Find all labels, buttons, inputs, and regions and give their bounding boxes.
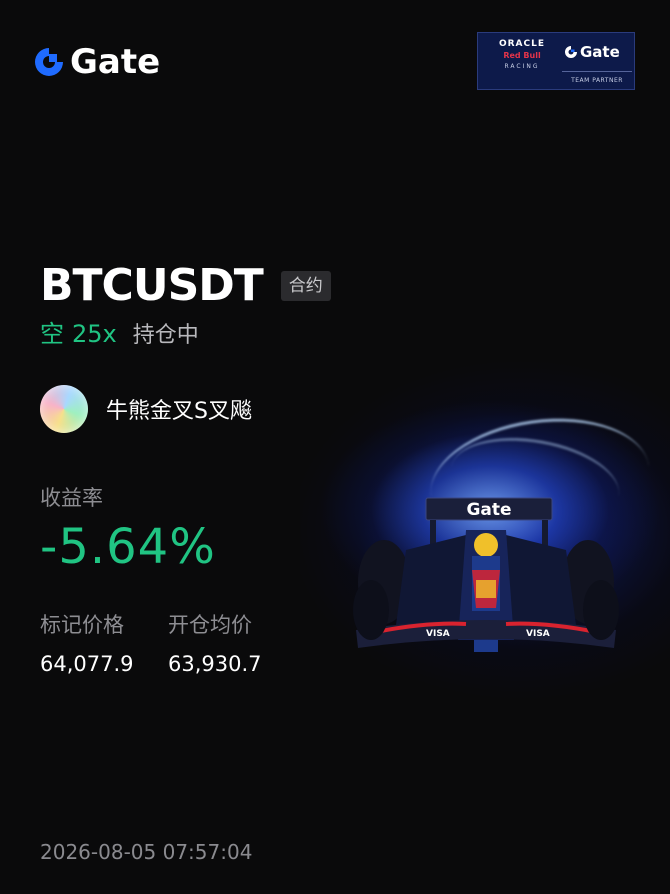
sponsor-text-left: VISA: [426, 629, 450, 639]
mark-price-value: 64,077.9: [40, 652, 134, 676]
position-status: 持仓中: [132, 323, 199, 348]
position-side: 空: [40, 320, 64, 348]
divider: [562, 71, 632, 72]
wing-logo-text: Gate: [466, 500, 511, 520]
user-row: 牛熊金叉S叉飚: [40, 385, 252, 433]
entry-price-label: 开仓均价: [168, 613, 252, 637]
partner-gate-logo: Gate: [564, 43, 620, 61]
roi-label: 收益率: [40, 486, 103, 510]
mark-price-block: 标记价格 64,077.9: [40, 610, 134, 678]
oracle-text: ORACLE: [498, 39, 546, 49]
gate-logo: Gate: [32, 42, 160, 82]
sponsor-text-right: VISA: [526, 629, 550, 639]
symbol-row: BTCUSDT 合约: [40, 260, 331, 312]
gate-logo-icon: [565, 46, 577, 58]
gate-logo-text: Gate: [70, 42, 161, 82]
team-partner-caption: TEAM PARTNER: [571, 77, 623, 84]
gate-logo-icon: [35, 48, 63, 76]
mark-price-label: 标记价格: [40, 613, 124, 637]
username: 牛熊金叉S叉飚: [106, 399, 252, 424]
position-info: 空 25x 持仓中: [40, 318, 199, 352]
partner-gate-text: Gate: [580, 43, 620, 61]
entry-price-block: 开仓均价 63,930.7: [168, 610, 262, 678]
redbull-text: Red Bull: [503, 51, 541, 60]
leverage: 25x: [72, 320, 117, 348]
team-partner-badge: ORACLE Red Bull RACING Gate TEAM PARTNER: [477, 32, 635, 90]
avatar: [40, 385, 88, 433]
f1-car-image: Gate VISA VISA: [353, 497, 619, 652]
racing-text: RACING: [504, 63, 540, 70]
timestamp: 2026-08-05 07:57:04: [40, 840, 253, 864]
entry-price-value: 63,930.7: [168, 652, 262, 676]
share-card: Gate ORACLE Red Bull RACING Gate TEAM PA…: [0, 0, 670, 894]
symbol-title: BTCUSDT: [40, 260, 264, 311]
contract-type-tag: 合约: [280, 271, 331, 301]
oracle-redbull-logo: ORACLE Red Bull RACING: [484, 39, 560, 71]
roi-value: -5.64%: [40, 519, 216, 575]
